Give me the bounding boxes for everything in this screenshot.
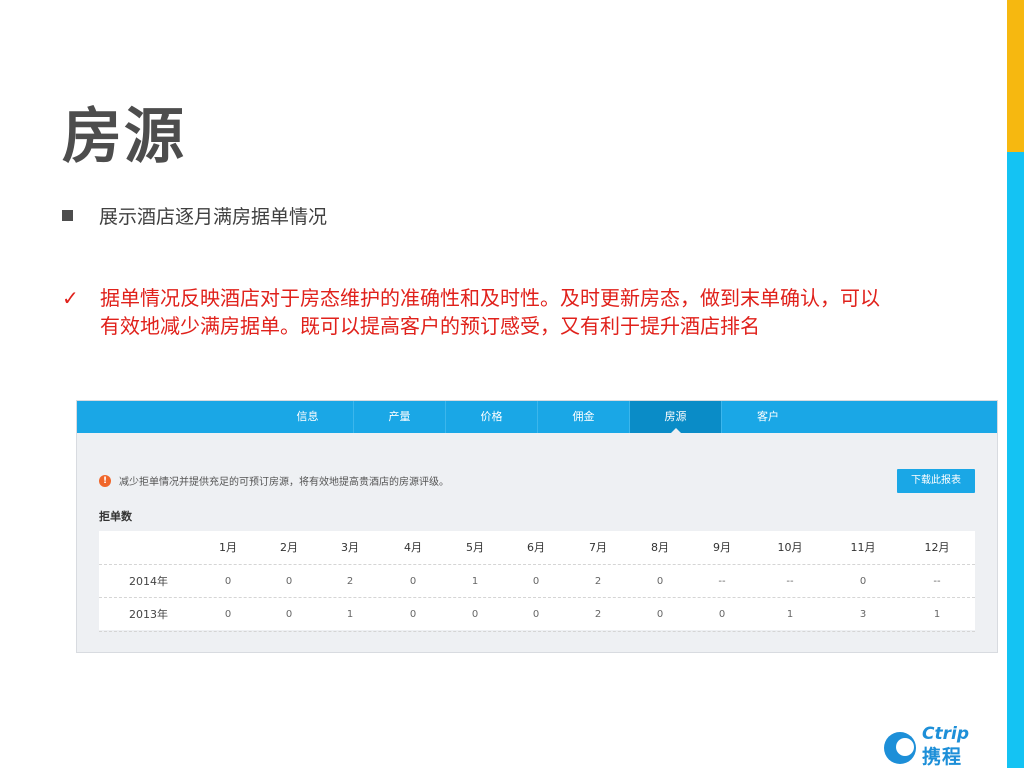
value-cell: 0 <box>656 576 664 587</box>
month-header: 8月 <box>651 541 669 554</box>
month-header: 12月 <box>924 541 950 554</box>
month-header: 2月 <box>280 541 298 554</box>
value-cell: 1 <box>346 609 354 620</box>
logo-text-cn: 携程 <box>922 746 963 768</box>
month-header: 9月 <box>713 541 731 554</box>
value-cell: -- <box>786 576 794 587</box>
year-cell: 2013年 <box>129 608 168 621</box>
value-cell: 0 <box>718 609 726 620</box>
value-cell: 0 <box>224 576 232 587</box>
tab-bar: 信息 产量 价格 佣金 房源 客户 <box>77 401 997 433</box>
dolphin-logo-icon <box>884 732 916 764</box>
month-header: 1月 <box>219 541 237 554</box>
tab-price[interactable]: 价格 <box>446 401 538 433</box>
month-header: 10月 <box>777 541 803 554</box>
tab-room-source[interactable]: 房源 <box>630 401 722 433</box>
square-bullet-icon <box>62 210 73 221</box>
value-cell: 0 <box>409 576 417 587</box>
month-header: 4月 <box>404 541 422 554</box>
value-cell: -- <box>933 576 941 587</box>
section-label: 拒单数 <box>99 510 132 523</box>
table-row: 2013年 0 0 1 0 0 0 2 0 0 1 3 1 <box>99 597 975 632</box>
value-cell: -- <box>718 576 726 587</box>
year-cell: 2014年 <box>129 575 168 588</box>
month-header: 7月 <box>589 541 607 554</box>
check-note: ✓ 据单情况反映酒店对于房态维护的准确性和及时性。及时更新房态，做到末单确认，可… <box>62 284 892 340</box>
notice: ! 减少拒单情况并提供充足的可预订房源，将有效地提高贵酒店的房源评级。 <box>99 473 449 488</box>
value-cell: 0 <box>224 609 232 620</box>
tab-commission[interactable]: 佣金 <box>538 401 630 433</box>
month-header: 11月 <box>850 541 876 554</box>
value-cell: 0 <box>656 609 664 620</box>
month-header: 5月 <box>466 541 484 554</box>
value-cell: 1 <box>786 609 794 620</box>
value-cell: 1 <box>933 609 941 620</box>
value-cell: 2 <box>594 576 602 587</box>
value-cell: 3 <box>859 609 867 620</box>
value-cell: 0 <box>532 609 540 620</box>
table-header-row: 1月 2月 3月 4月 5月 6月 7月 8月 9月 10月 11月 12月 <box>99 531 975 564</box>
bullet-item: 展示酒店逐月满房据单情况 <box>62 202 327 229</box>
slide-title: 房源 <box>62 102 186 172</box>
month-header: 3月 <box>341 541 359 554</box>
value-cell: 2 <box>346 576 354 587</box>
value-cell: 0 <box>409 609 417 620</box>
value-cell: 2 <box>594 609 602 620</box>
ctrip-logo: Ctrip 携程 <box>884 724 988 768</box>
check-note-text: 据单情况反映酒店对于房态维护的准确性和及时性。及时更新房态，做到末单确认，可以有… <box>100 286 880 338</box>
side-accent-yellow <box>1007 0 1024 152</box>
bullet-text: 展示酒店逐月满房据单情况 <box>99 206 328 228</box>
value-cell: 0 <box>532 576 540 587</box>
tab-output[interactable]: 产量 <box>354 401 446 433</box>
value-cell: 0 <box>859 576 867 587</box>
side-accent-blue <box>1007 152 1024 768</box>
table-row: 2014年 0 0 2 0 1 0 2 0 -- -- 0 -- <box>99 564 975 598</box>
value-cell: 0 <box>285 576 293 587</box>
info-icon: ! <box>99 474 111 487</box>
notice-text: 减少拒单情况并提供充足的可预订房源，将有效地提高贵酒店的房源评级。 <box>119 477 449 488</box>
embedded-screenshot: 信息 产量 价格 佣金 房源 客户 ! 减少拒单情况并提供充足的可预订房源，将有… <box>76 400 998 653</box>
tab-info[interactable]: 信息 <box>262 401 354 433</box>
checkmark-icon: ✓ <box>62 286 79 310</box>
value-cell: 0 <box>285 609 293 620</box>
download-report-button[interactable]: 下载此报表 <box>897 469 975 493</box>
month-header: 6月 <box>527 541 545 554</box>
value-cell: 1 <box>471 576 479 587</box>
rejection-table: 1月 2月 3月 4月 5月 6月 7月 8月 9月 10月 11月 12月 2… <box>99 531 975 632</box>
tab-customer[interactable]: 客户 <box>722 401 814 433</box>
logo-text-en: Ctrip <box>922 724 969 744</box>
value-cell: 0 <box>471 609 479 620</box>
